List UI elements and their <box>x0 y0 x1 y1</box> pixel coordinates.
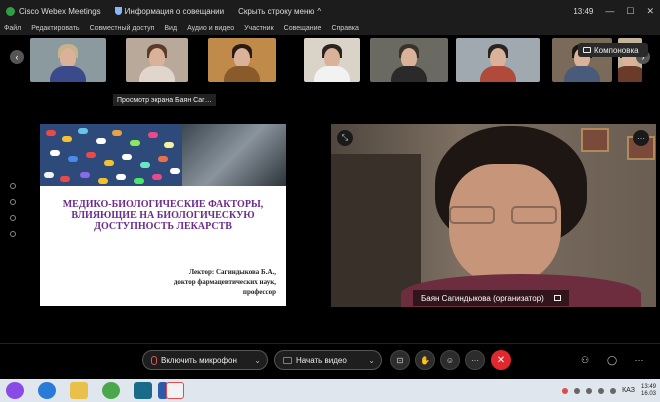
app-name: Cisco Webex Meetings <box>19 6 101 16</box>
slide-title: МЕДИКО-БИОЛОГИЧЕСКИЕ ФАКТОРЫ, ВЛИЯЮЩИЕ Н… <box>62 199 264 232</box>
taskbar-time: 13:49 <box>640 383 656 390</box>
layout-icon <box>583 47 591 53</box>
menu-file[interactable]: Файл <box>4 25 21 32</box>
chevron-down-icon[interactable]: ⌄ <box>254 356 261 365</box>
chrome-icon[interactable] <box>102 382 120 399</box>
scroll-left-button[interactable]: ‹ <box>10 50 24 64</box>
menu-audio-video[interactable]: Аудио и видео <box>187 25 234 32</box>
start-video-label: Начать видео <box>296 355 347 365</box>
menu-share[interactable]: Совместный доступ <box>90 25 155 32</box>
menu-meeting[interactable]: Совещание <box>284 25 322 32</box>
glasses <box>449 206 557 224</box>
chat-button[interactable]: ◯ <box>605 353 619 367</box>
active-speaker-video[interactable]: ⤡ ··· Баян Сагиндыкова (организатор) <box>331 124 656 307</box>
zoom-in-icon[interactable] <box>10 215 16 221</box>
yandex-tray-icon[interactable] <box>562 387 569 394</box>
layout-button[interactable]: Компоновка <box>578 43 648 57</box>
view-tools <box>10 183 20 237</box>
leave-meeting-button[interactable]: ✕ <box>491 350 511 370</box>
yandex-browser-icon[interactable] <box>166 382 184 399</box>
close-window-button[interactable]: ✕ <box>646 6 654 17</box>
system-tray: КАЗ 13:49 16.03 <box>562 379 656 402</box>
slide-lecturer: Лектор: Сагиндыкова Б.А., доктор фармаце… <box>106 267 276 297</box>
minimize-button[interactable]: — <box>605 6 614 16</box>
maximize-button[interactable]: ☐ <box>626 6 634 17</box>
zoom-out-icon[interactable] <box>10 231 16 237</box>
menu-bar: Файл Редактировать Совместный доступ Вид… <box>0 22 660 35</box>
divider <box>0 343 660 344</box>
webex-logo-icon <box>6 6 15 16</box>
participant-thumbnail[interactable] <box>30 38 106 82</box>
start-video-button[interactable]: Начать видео ⌄ <box>274 350 382 370</box>
menu-participant[interactable]: Участник <box>244 25 274 32</box>
webex-taskbar-icon[interactable] <box>134 382 152 399</box>
lecturer-name: Лектор: Сагиндыкова Б.А., <box>188 268 276 276</box>
microscope-image <box>182 124 286 186</box>
more-options-icon[interactable]: ··· <box>633 130 649 146</box>
participants-button[interactable]: ⚇ <box>578 353 592 367</box>
menu-help[interactable]: Справка <box>331 25 358 32</box>
hide-menu-button[interactable]: Скрыть строку меню ^ <box>238 7 321 16</box>
reactions-button[interactable]: ☺ <box>440 350 460 370</box>
window-titlebar: Cisco Webex Meetings Информация о совеща… <box>0 0 660 22</box>
speaker-name-tag: Баян Сагиндыкова (организатор) <box>413 290 569 306</box>
mic-muted-icon <box>151 355 157 365</box>
shared-screen[interactable]: МЕДИКО-БИОЛОГИЧЕСКИЕ ФАКТОРЫ, ВЛИЯЮЩИЕ Н… <box>40 124 286 306</box>
raise-hand-button[interactable]: ✋ <box>415 350 435 370</box>
menu-view[interactable]: Вид <box>164 25 177 32</box>
network-icon[interactable] <box>586 387 593 394</box>
participant-thumbnail[interactable] <box>370 38 448 82</box>
screen-share-tooltip: Просмотр экрана Баян Саг… <box>113 94 216 106</box>
camera-off-icon <box>283 356 292 364</box>
taskbar-clock[interactable]: 13:49 16.03 <box>641 384 656 398</box>
participant-thumbnail[interactable] <box>304 38 360 82</box>
participant-thumbnail[interactable] <box>126 38 188 82</box>
meeting-time: 13:49 <box>573 6 594 16</box>
unmute-button[interactable]: Включить микрофон ⌄ <box>142 350 268 370</box>
language-indicator[interactable]: КАЗ <box>622 387 635 394</box>
shield-icon <box>114 7 122 15</box>
file-explorer-icon[interactable] <box>70 382 88 399</box>
unmute-label: Включить микрофон <box>161 355 237 365</box>
participant-thumbnail[interactable] <box>456 38 540 82</box>
share-content-button[interactable]: ⊡ <box>390 350 410 370</box>
chevron-up-icon[interactable] <box>574 387 581 394</box>
speaker-name: Баян Сагиндыкова (организатор) <box>421 293 544 303</box>
battery-icon[interactable] <box>610 387 617 394</box>
meeting-info-button[interactable]: Информация о совещании <box>114 6 225 16</box>
participant-thumbnail[interactable] <box>208 38 276 82</box>
sharing-icon <box>553 295 561 301</box>
volume-icon[interactable] <box>598 387 605 394</box>
meeting-info-label: Информация о совещании <box>124 6 225 16</box>
participant-strip <box>0 35 660 85</box>
collapse-icon[interactable]: ⤡ <box>337 130 353 146</box>
lecturer-degree: доктор фармацевтических наук, <box>173 278 276 286</box>
os-taskbar <box>0 379 660 402</box>
layout-label: Компоновка <box>594 45 639 55</box>
hide-menu-label: Скрыть строку меню <box>238 6 315 16</box>
more-panels-button[interactable]: ··· <box>632 353 646 367</box>
menu-edit[interactable]: Редактировать <box>31 25 79 32</box>
lecturer-title: профессор <box>242 288 276 296</box>
chevron-down-icon[interactable]: ⌄ <box>368 356 375 365</box>
fit-icon[interactable] <box>10 183 16 189</box>
pills-image <box>40 124 182 186</box>
edge-browser-icon[interactable] <box>38 382 56 399</box>
chevron-up-icon: ^ <box>317 6 322 16</box>
alice-assistant-icon[interactable] <box>6 382 24 399</box>
taskbar-date: 16.03 <box>640 390 656 397</box>
more-controls-button[interactable]: ··· <box>465 350 485 370</box>
trash-icon[interactable] <box>10 199 16 205</box>
